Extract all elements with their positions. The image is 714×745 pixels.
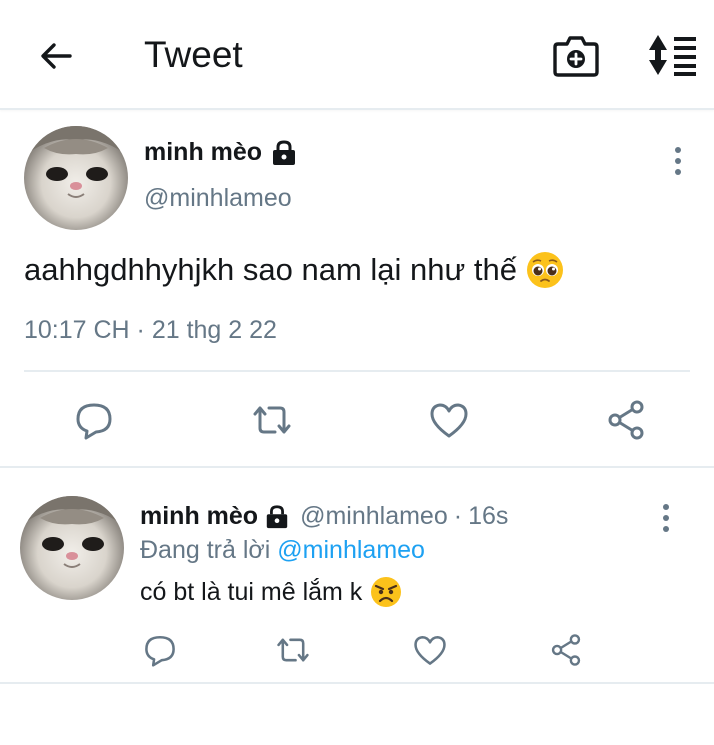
share-button[interactable] xyxy=(546,630,586,670)
like-button[interactable] xyxy=(410,630,450,670)
lock-icon xyxy=(266,504,288,528)
share-button[interactable] xyxy=(604,398,648,442)
tweet-text: aahhgdhhyhjkh sao nam lại như thế xyxy=(24,250,565,290)
tweet-body: aahhgdhhyhjkh sao nam lại như thế xyxy=(24,252,517,287)
share-icon xyxy=(551,634,581,666)
reply-button[interactable] xyxy=(72,398,116,442)
retweet-button[interactable] xyxy=(273,630,313,670)
tweet-time: 16s xyxy=(468,502,509,530)
pleading-face-icon xyxy=(527,252,563,288)
reply-author-row: minh mèo @minhlameo · 16s xyxy=(140,502,508,531)
lock-icon xyxy=(273,139,296,165)
more-dot xyxy=(663,515,669,521)
cat-avatar-image xyxy=(24,126,128,230)
more-options-button[interactable] xyxy=(656,500,676,536)
reply-icon xyxy=(76,403,112,440)
avatar[interactable] xyxy=(24,126,128,230)
tweet-timestamp[interactable]: 10:17 CH · 21 thg 2 22 xyxy=(24,316,277,345)
retweet-button[interactable] xyxy=(248,398,296,442)
more-options-button[interactable] xyxy=(668,143,688,179)
author-row: minh mèo xyxy=(144,138,298,167)
reply-text: có bt là tui mê lắm k xyxy=(140,576,402,608)
divider xyxy=(0,682,714,684)
angry-face-icon xyxy=(371,577,402,607)
sort-button[interactable] xyxy=(645,32,701,78)
more-dot xyxy=(663,504,669,510)
back-button[interactable] xyxy=(34,34,78,78)
more-dot xyxy=(675,147,681,153)
separator: · xyxy=(453,502,463,530)
like-icon xyxy=(430,403,468,438)
sort-list-icon xyxy=(649,35,696,76)
reply-button[interactable] xyxy=(140,630,180,670)
replying-to: Đang trả lời @minhlameo xyxy=(140,536,425,565)
like-icon xyxy=(414,635,446,665)
top-bar: Tweet xyxy=(0,0,714,110)
like-button[interactable] xyxy=(427,398,471,442)
mention-link[interactable]: @minhlameo xyxy=(277,536,425,564)
divider xyxy=(24,370,690,372)
cat-avatar-image xyxy=(20,496,124,600)
reply-body: có bt là tui mê lắm k xyxy=(140,577,363,606)
author-name[interactable]: minh mèo xyxy=(144,138,262,167)
retweet-icon xyxy=(277,638,309,662)
more-dot xyxy=(663,526,669,532)
more-dot xyxy=(675,169,681,175)
more-dot xyxy=(675,158,681,164)
avatar[interactable] xyxy=(20,496,124,600)
page-title: Tweet xyxy=(144,34,243,75)
replying-prefix: Đang trả lời xyxy=(140,536,271,564)
author-handle[interactable]: @minhlameo xyxy=(144,184,292,213)
arrow-left-icon xyxy=(41,43,72,69)
reply-icon xyxy=(145,635,175,667)
retweet-icon xyxy=(253,406,291,434)
author-name[interactable]: minh mèo xyxy=(140,502,258,531)
divider xyxy=(0,466,714,468)
share-icon xyxy=(608,400,644,440)
camera-plus-icon xyxy=(553,36,599,77)
camera-button[interactable] xyxy=(552,32,600,78)
author-handle[interactable]: @minhlameo xyxy=(300,502,448,531)
